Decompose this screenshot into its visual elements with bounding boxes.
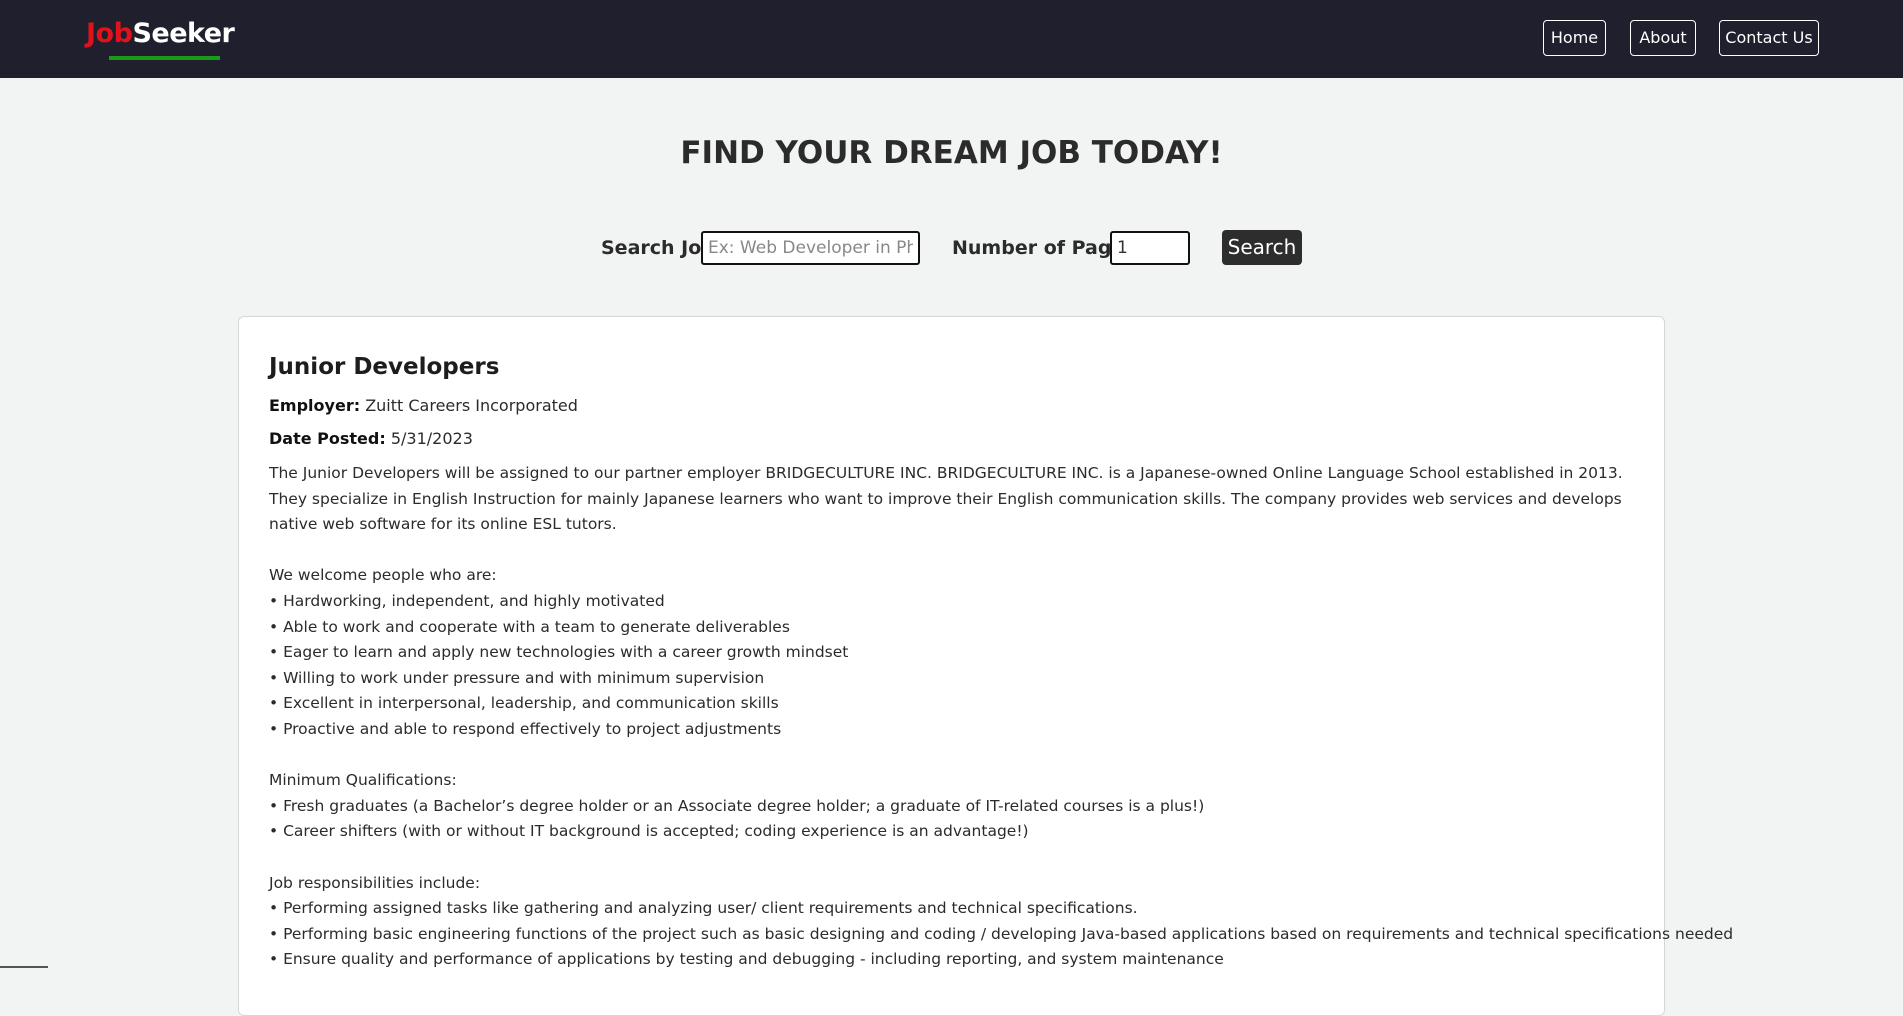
list-item: • Career shifters (with or without IT ba… bbox=[269, 822, 1029, 841]
qualifications-heading: Minimum Qualifications: bbox=[269, 771, 457, 790]
list-item: • Hardworking, independent, and highly m… bbox=[269, 591, 665, 610]
search-job-input[interactable] bbox=[701, 231, 920, 265]
page-headline: FIND YOUR DREAM JOB TODAY! bbox=[680, 135, 1223, 171]
nav-home-button[interactable]: Home bbox=[1543, 20, 1606, 56]
search-form: Search Job Number of Pages Search bbox=[0, 230, 1903, 266]
welcome-heading: We welcome people who are: bbox=[269, 566, 497, 585]
date-value: 5/31/2023 bbox=[390, 429, 473, 448]
job-title: Junior Developers bbox=[269, 354, 500, 380]
job-employer: Employer: Zuitt Careers Incorporated bbox=[269, 396, 578, 415]
pages-input[interactable] bbox=[1110, 231, 1190, 265]
nav-about-button[interactable]: About bbox=[1630, 20, 1696, 56]
search-button[interactable]: Search bbox=[1222, 230, 1302, 265]
list-item: • Performing basic engineering functions… bbox=[269, 924, 1734, 943]
list-item: • Eager to learn and apply new technolog… bbox=[269, 643, 849, 662]
list-item: • Able to work and cooperate with a team… bbox=[269, 617, 790, 636]
list-item: • Ensure quality and performance of appl… bbox=[269, 950, 1224, 969]
list-item: • Fresh graduates (a Bachelor’s degree h… bbox=[269, 796, 1205, 815]
job-card: Junior Developers Employer: Zuitt Career… bbox=[238, 316, 1734, 1016]
job-date: Date Posted: 5/31/2023 bbox=[269, 429, 473, 448]
employer-label: Employer: bbox=[269, 396, 361, 415]
pages-label: Number of Pages bbox=[952, 237, 1136, 259]
brand-logo-part2: Seeker bbox=[132, 18, 235, 49]
brand-logo[interactable]: JobSeeker bbox=[86, 18, 235, 49]
nav-contact-button[interactable]: Contact Us bbox=[1719, 20, 1819, 56]
responsibilities-heading: Job responsibilities include: bbox=[269, 873, 481, 892]
list-item: • Excellent in interpersonal, leadership… bbox=[269, 694, 779, 713]
list-item: • Proactive and able to respond effectiv… bbox=[269, 719, 782, 738]
list-item: • Willing to work under pressure and wit… bbox=[269, 668, 765, 687]
job-intro: The Junior Developers will be assigned t… bbox=[269, 464, 1623, 534]
employer-value: Zuitt Careers Incorporated bbox=[365, 396, 578, 415]
search-job-label: Search Job bbox=[601, 237, 715, 259]
job-description: The Junior Developers will be assigned t… bbox=[269, 461, 1734, 973]
navbar: JobSeeker Home About Contact Us bbox=[0, 0, 1903, 78]
brand-underline bbox=[109, 56, 220, 60]
date-label: Date Posted: bbox=[269, 429, 386, 448]
list-item: • Performing assigned tasks like gatheri… bbox=[269, 899, 1138, 918]
brand-logo-part1: Job bbox=[86, 18, 133, 49]
